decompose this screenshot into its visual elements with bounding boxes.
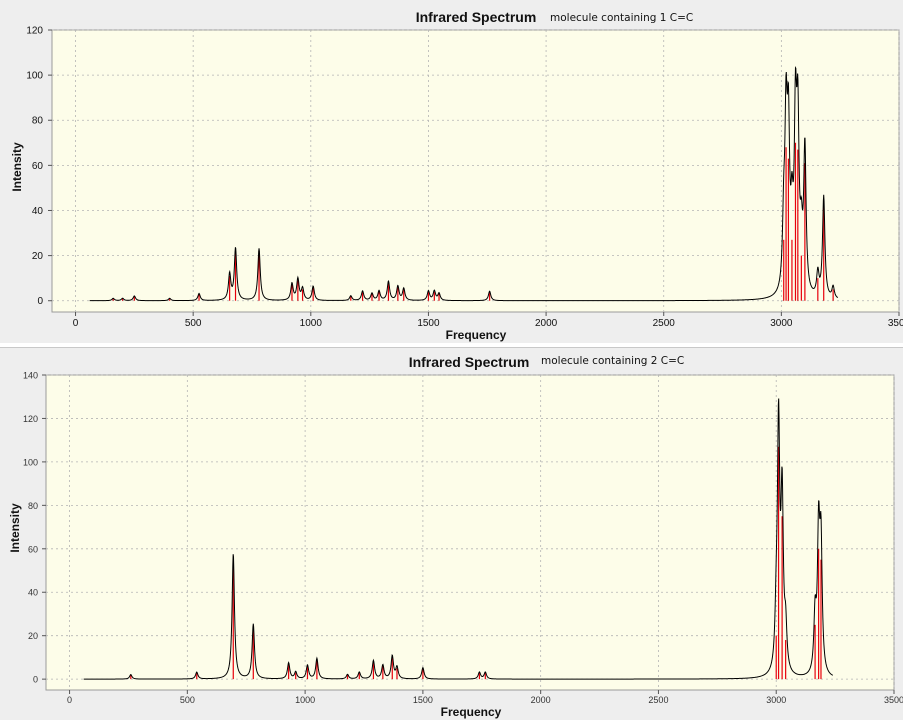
x-tick-label: 0 [73,318,79,329]
y-tick-label: 80 [28,501,38,511]
x-tick-label: 3500 [888,318,903,329]
x-axis-label: Frequency [441,705,502,719]
y-tick-label: 120 [23,414,38,424]
spectrum-chart-2: 0 500 1000 1500 2000 2500 3000 3500 0 20 40 60 80 100… [8,354,903,719]
x-tick-label: 3000 [766,695,786,705]
y-tick-label: 100 [23,457,38,467]
x-tick-label: 2000 [535,318,558,329]
x-tick-label: 0 [67,695,72,705]
chart-title: Infrared Spectrum [416,9,537,25]
x-tick-label: 1500 [417,318,440,329]
y-tick-label: 120 [26,26,43,37]
y-tick-label: 80 [32,116,44,127]
y-tick-label: 0 [33,675,38,685]
y-tick-label: 20 [32,251,44,262]
y-axis-label: Intensity [10,142,24,192]
x-tick-label: 1500 [413,695,433,705]
y-tick-label: 60 [28,544,38,554]
x-tick-label: 2500 [653,318,676,329]
y-tick-label: 60 [32,161,44,172]
y-tick-label: 20 [28,631,38,641]
spectrum-panel-2: 0 500 1000 1500 2000 2500 3000 3500 0 20 40 60 80 100… [0,347,903,720]
x-tick-label: 1000 [300,318,323,329]
x-axis-label: Frequency [446,328,507,342]
y-tick-label: 40 [32,206,44,217]
y-axis-label: Intensity [8,503,22,553]
x-tick-label: 3500 [884,695,903,705]
y-tick-label: 0 [37,296,43,307]
x-tick-label: 500 [180,695,195,705]
chart-title: Infrared Spectrum [409,354,530,370]
y-tick-label: 100 [26,71,43,82]
plot-area [51,29,900,313]
spectrum-chart-1: 0 500 1000 1500 2000 2500 3000 3500 0 20 40 60 80 100… [10,9,903,342]
x-tick-label: 3000 [770,318,793,329]
chart-subtitle: molecule containing 1 C=C [550,12,693,24]
y-tick-label: 40 [28,588,38,598]
plot-area [45,374,895,691]
x-tick-label: 2000 [531,695,551,705]
y-tick-label: 140 [23,371,38,381]
spectrum-panel-1: 0 500 1000 1500 2000 2500 3000 3500 0 20 40 60 80 100… [0,0,903,344]
x-tick-label: 1000 [295,695,315,705]
chart-subtitle: molecule containing 2 C=C [541,355,684,367]
x-tick-label: 2500 [648,695,668,705]
x-tick-label: 500 [185,318,202,329]
